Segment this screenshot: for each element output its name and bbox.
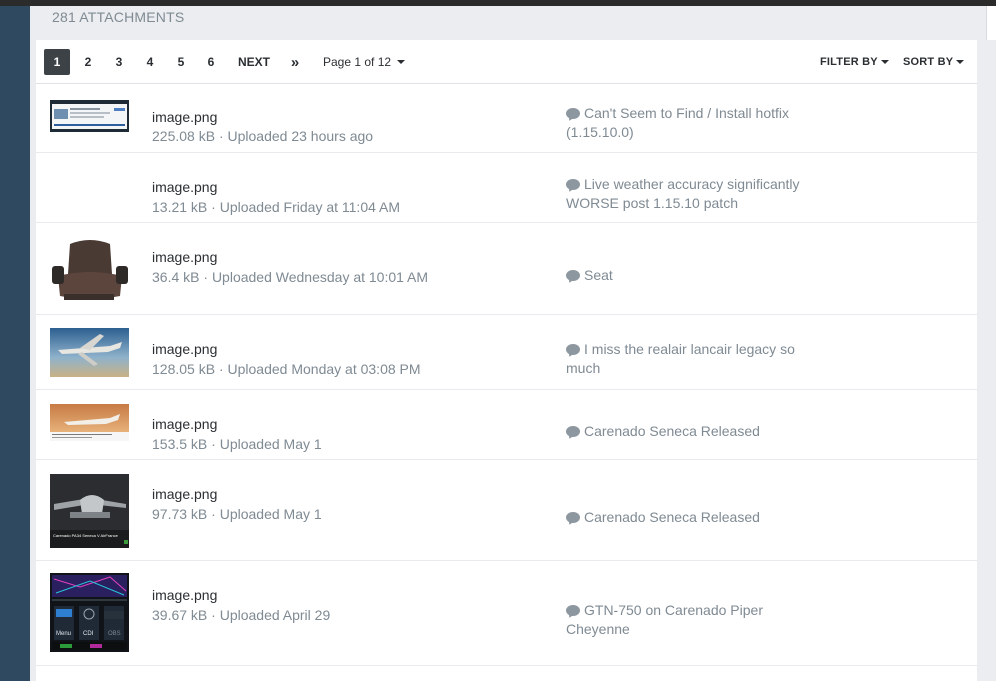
attachment-topic-title: I miss the realair lancair legacy so muc… — [566, 341, 795, 376]
page-5-button[interactable]: 5 — [168, 49, 194, 75]
attachment-topic-title: Seat — [584, 267, 613, 283]
attachment-meta: 13.21 kB · Uploaded Friday at 11:04 AM — [152, 199, 401, 215]
attachment-topic-title: Carenado Seneca Released — [584, 423, 760, 439]
attachment-meta: 39.67 kB · Uploaded April 29 — [152, 607, 331, 623]
attachment-topic-link[interactable]: I miss the realair lancair legacy so muc… — [566, 340, 806, 377]
attachment-upload-date: Uploaded Friday at 11:04 AM — [219, 199, 401, 215]
thumbnail-obs-label: OBS — [108, 631, 121, 637]
last-page-button[interactable]: » — [282, 49, 308, 75]
attachment-row[interactable]: image.png 153.5 kB · Uploaded May 1 Care… — [36, 390, 977, 460]
filter-by-label: FILTER BY — [820, 56, 878, 68]
attachment-row[interactable]: image.png 225.08 kB · Uploaded 23 hours … — [36, 84, 977, 153]
attachment-file-name[interactable]: image.png — [152, 249, 217, 265]
attachment-topic-title: Live weather accuracy significantly WORS… — [566, 176, 800, 211]
attachment-file-name[interactable]: image.png — [152, 486, 217, 502]
attachment-thumbnail[interactable] — [50, 404, 129, 441]
attachment-meta: 97.73 kB · Uploaded May 1 — [152, 506, 322, 522]
attachment-size: 36.4 kB — [152, 269, 200, 285]
thumbnail-cdi-label: CDI — [83, 631, 94, 637]
attachment-thumbnail[interactable]: Carenado PA34 Seneca V AirFrance — [50, 474, 129, 548]
attachment-topic-link[interactable]: Carenado Seneca Released — [566, 508, 806, 527]
caret-down-icon — [956, 60, 965, 64]
pagination-bar: 1 2 3 4 5 6 NEXT » Page 1 of 12 FILTER B… — [36, 40, 977, 84]
sort-by-label: SORT BY — [903, 56, 954, 68]
attachment-row[interactable]: image.png 36.4 kB · Uploaded Wednesday a… — [36, 223, 977, 315]
attachment-row[interactable]: Menu CDI OBS image.png 39.67 kB · Upload… — [36, 561, 977, 666]
attachment-thumbnail[interactable] — [50, 234, 129, 307]
attachment-meta: 153.5 kB · Uploaded May 1 — [152, 436, 322, 452]
attachment-upload-date: Uploaded Monday at 03:08 PM — [227, 361, 421, 377]
comment-bubble-icon — [566, 108, 580, 119]
attachment-file-name[interactable]: image.png — [152, 341, 217, 357]
attachment-upload-date: Uploaded May 1 — [219, 506, 322, 522]
attachment-meta: 128.05 kB · Uploaded Monday at 03:08 PM — [152, 361, 421, 377]
page-jump-label: Page 1 of 12 — [323, 55, 392, 69]
attachment-upload-date: Uploaded 23 hours ago — [227, 128, 374, 144]
attachment-thumbnail[interactable] — [50, 328, 129, 377]
panel-header: 281 ATTACHMENTS — [36, 6, 977, 40]
attachments-panel: 281 ATTACHMENTS 1 2 3 4 5 6 NEXT » Page … — [36, 6, 977, 681]
attachment-upload-date: Uploaded April 29 — [219, 607, 331, 623]
left-sidebar — [0, 6, 30, 681]
attachment-file-name[interactable]: image.png — [152, 179, 217, 195]
attachment-row[interactable]: image.png 128.05 kB · Uploaded Monday at… — [36, 315, 977, 390]
attachment-size: 153.5 kB — [152, 436, 208, 452]
caret-down-icon — [880, 60, 889, 64]
page-4-button[interactable]: 4 — [137, 49, 163, 75]
attachment-thumbnail[interactable] — [50, 185, 129, 190]
attachment-topic-title: Can't Seem to Find / Install hotfix (1.1… — [566, 105, 789, 140]
comment-bubble-icon — [566, 426, 580, 437]
page-3-button[interactable]: 3 — [106, 49, 132, 75]
thumbnail-menu-label: Menu — [56, 631, 72, 637]
comment-bubble-icon — [566, 179, 580, 190]
attachment-size: 128.05 kB — [152, 361, 216, 377]
attachment-meta: 225.08 kB · Uploaded 23 hours ago — [152, 128, 374, 144]
comment-bubble-icon — [566, 270, 580, 281]
comment-bubble-icon — [566, 512, 580, 523]
thumbnail-caption: Carenado PA34 Seneca V AirFrance — [53, 533, 118, 538]
attachment-size: 97.73 kB — [152, 506, 208, 522]
page-2-button[interactable]: 2 — [75, 49, 101, 75]
comment-bubble-icon — [566, 344, 580, 355]
attachment-topic-link[interactable]: GTN-750 on Carenado Piper Cheyenne — [566, 601, 806, 638]
comment-bubble-icon — [566, 605, 580, 616]
sort-by-button[interactable]: SORT BY — [903, 49, 965, 75]
attachment-topic-title: GTN-750 on Carenado Piper Cheyenne — [566, 602, 763, 637]
attachment-meta: 36.4 kB · Uploaded Wednesday at 10:01 AM — [152, 269, 429, 285]
attachment-row[interactable]: Carenado PA34 Seneca V AirFrance image.p… — [36, 460, 977, 561]
attachment-topic-link[interactable]: Can't Seem to Find / Install hotfix (1.1… — [566, 104, 806, 141]
next-page-button[interactable]: NEXT — [232, 49, 276, 75]
attachment-thumbnail[interactable]: Menu CDI OBS — [50, 573, 129, 652]
filter-by-button[interactable]: FILTER BY — [820, 49, 889, 75]
page-jump-dropdown[interactable]: Page 1 of 12 — [323, 49, 406, 75]
attachment-size: 39.67 kB — [152, 607, 208, 623]
attachment-size: 13.21 kB — [152, 199, 208, 215]
panel-title: 281 ATTACHMENTS — [52, 9, 185, 25]
attachment-file-name[interactable]: image.png — [152, 416, 217, 432]
next-row-glimpse — [36, 666, 977, 681]
attachment-thumbnail[interactable] — [50, 100, 129, 132]
caret-down-icon — [397, 60, 406, 64]
attachment-topic-title: Carenado Seneca Released — [584, 509, 760, 525]
attachment-size: 225.08 kB — [152, 128, 216, 144]
attachment-file-name[interactable]: image.png — [152, 109, 217, 125]
attachment-topic-link[interactable]: Carenado Seneca Released — [566, 422, 806, 441]
page-1-button[interactable]: 1 — [44, 49, 70, 75]
attachment-upload-date: Uploaded Wednesday at 10:01 AM — [211, 269, 429, 285]
attachment-upload-date: Uploaded May 1 — [219, 436, 322, 452]
right-edge-panel — [986, 6, 996, 40]
page-6-button[interactable]: 6 — [198, 49, 224, 75]
attachment-file-name[interactable]: image.png — [152, 587, 217, 603]
attachment-topic-link[interactable]: Seat — [566, 266, 806, 285]
attachment-topic-link[interactable]: Live weather accuracy significantly WORS… — [566, 175, 806, 212]
attachment-row[interactable]: image.png 13.21 kB · Uploaded Friday at … — [36, 153, 977, 223]
